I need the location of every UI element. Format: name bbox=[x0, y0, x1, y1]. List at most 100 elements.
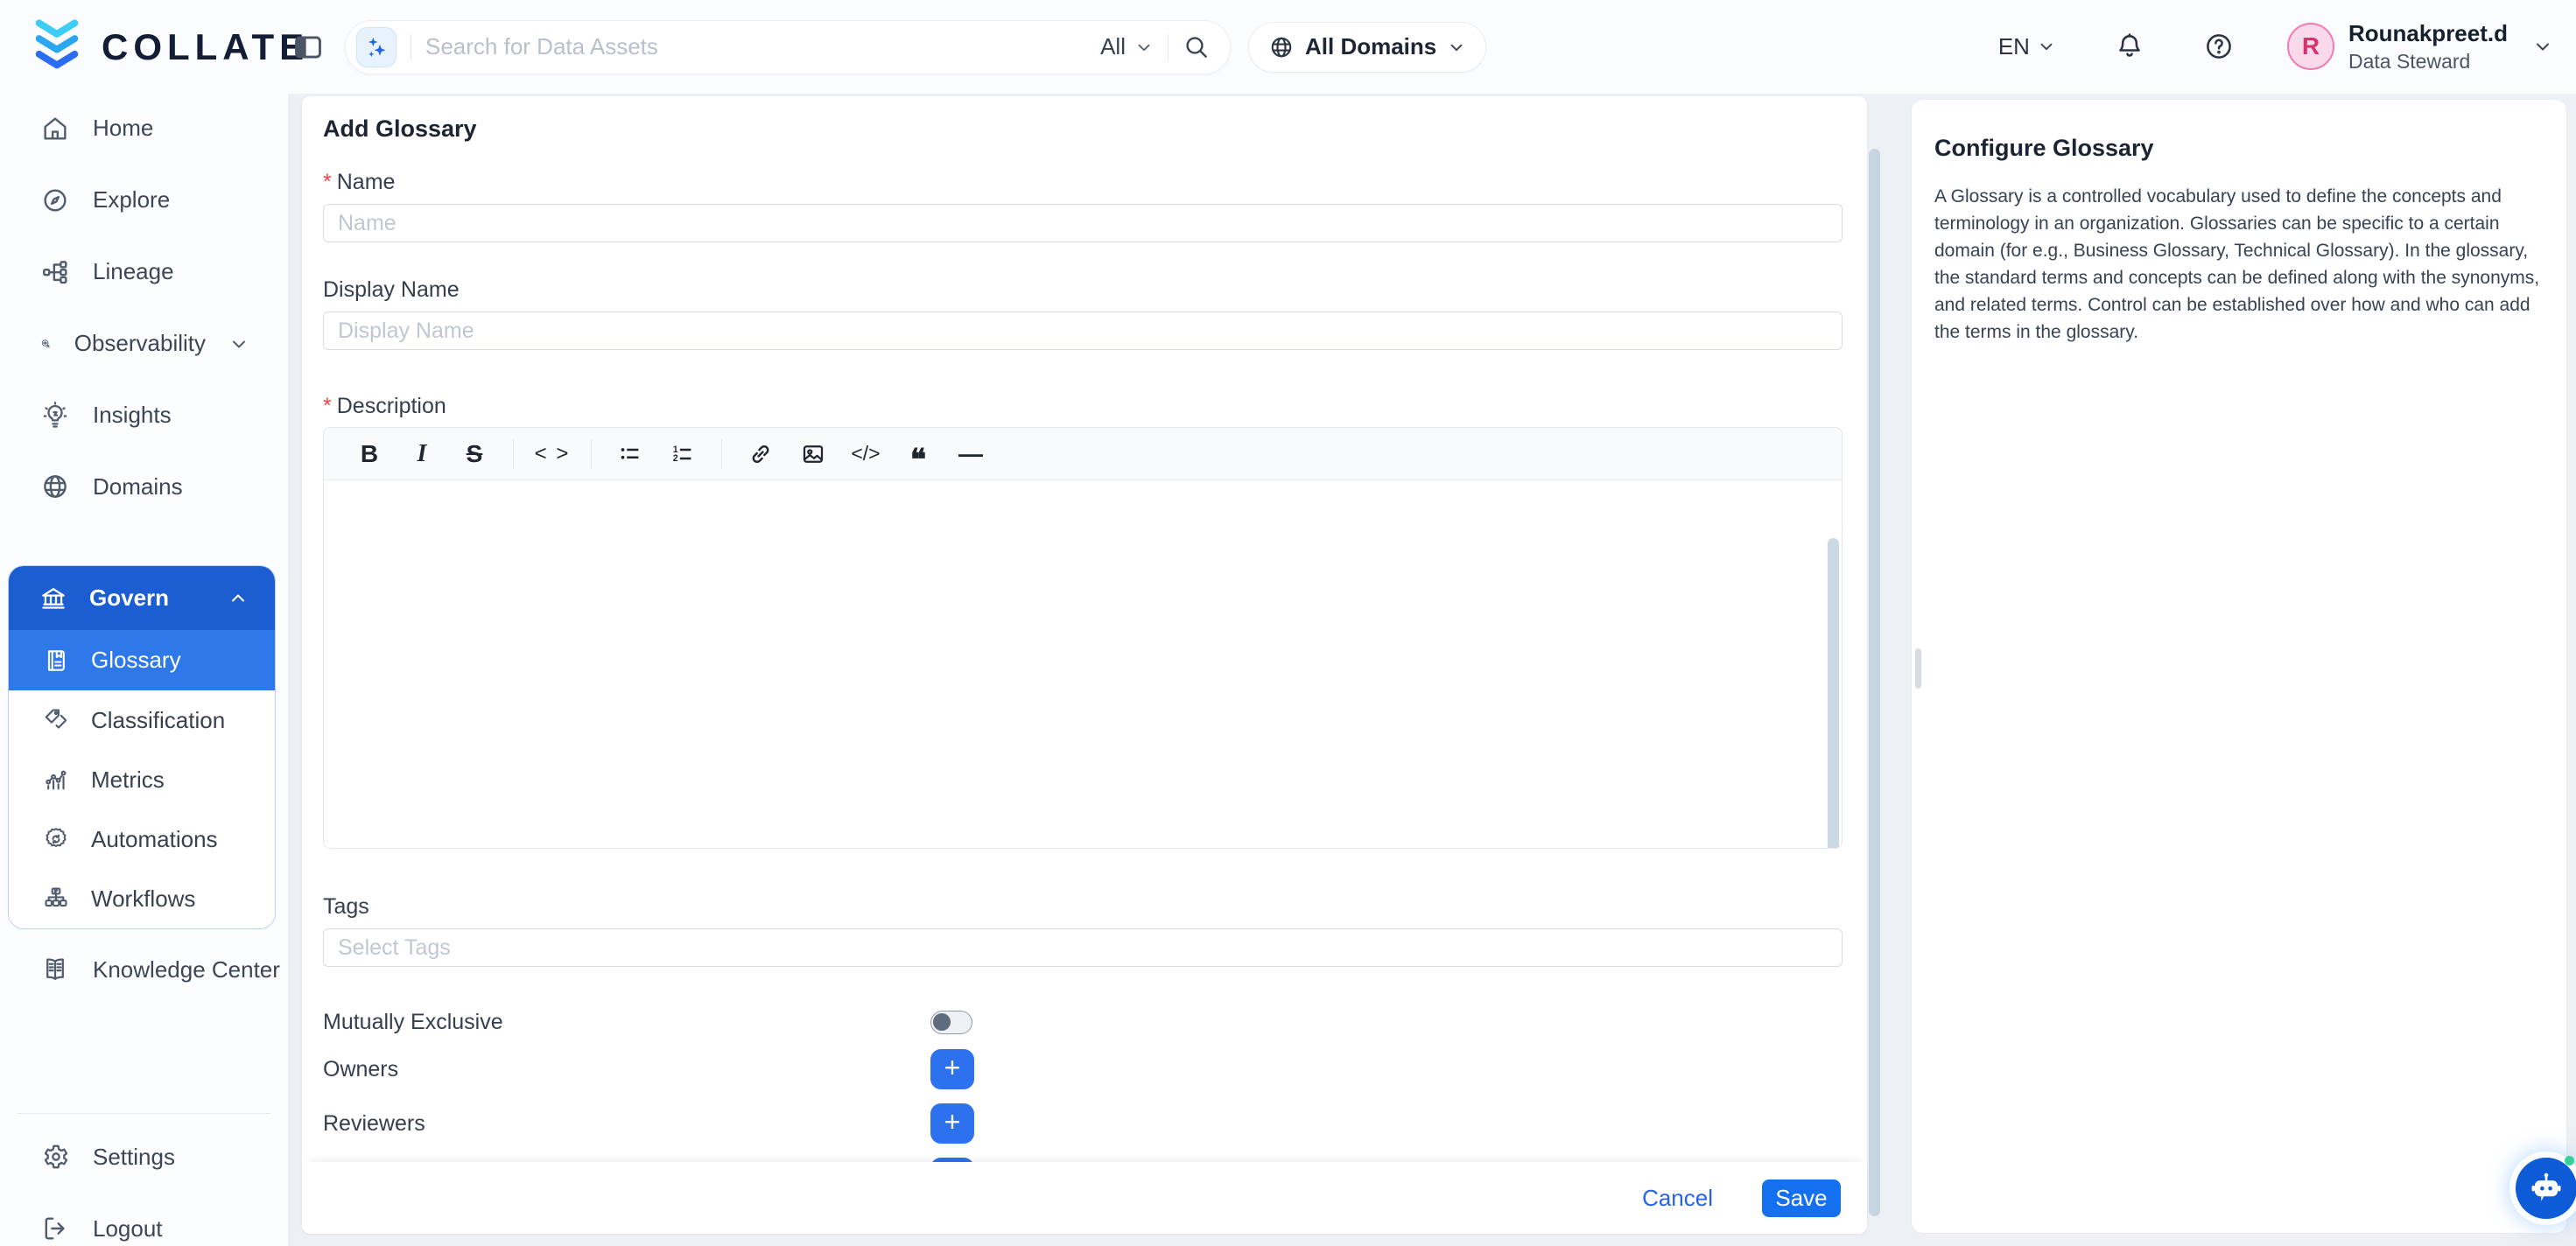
display-name-input[interactable] bbox=[323, 312, 1843, 350]
divider bbox=[513, 439, 514, 469]
sidebar-divider bbox=[18, 1113, 270, 1114]
reviewers-label: Reviewers bbox=[323, 1111, 930, 1137]
description-label: * Description bbox=[323, 394, 1843, 419]
sidebar-item-metrics[interactable]: Metrics bbox=[9, 750, 275, 809]
sidebar-item-lineage[interactable]: Lineage bbox=[0, 255, 288, 290]
sidebar-item-explore[interactable]: Explore bbox=[0, 183, 288, 218]
help-icon bbox=[2203, 31, 2235, 62]
page-title: Add Glossary bbox=[323, 116, 1843, 143]
all-domains-button[interactable]: All Domains bbox=[1248, 22, 1486, 73]
sidebar-item-label: Explore bbox=[93, 186, 170, 214]
sidebar-item-domains[interactable]: Domains bbox=[0, 469, 288, 504]
sidebar-item-label: Knowledge Center bbox=[93, 956, 280, 984]
sidebar-item-observability[interactable]: Observability bbox=[0, 326, 288, 361]
italic-icon[interactable]: I bbox=[399, 435, 445, 473]
mutually-exclusive-row: Mutually Exclusive bbox=[323, 1009, 1843, 1035]
mutually-exclusive-label: Mutually Exclusive bbox=[323, 1010, 930, 1035]
global-search-bar[interactable]: All bbox=[345, 20, 1231, 74]
search-input[interactable] bbox=[425, 33, 1100, 60]
observability-icon bbox=[40, 329, 52, 359]
sidebar-item-logout[interactable]: Logout bbox=[0, 1211, 288, 1246]
editor-scrollbar[interactable] bbox=[1828, 538, 1839, 849]
sidebar-item-label: Lineage bbox=[93, 258, 174, 285]
sidebar-item-settings[interactable]: Settings bbox=[0, 1139, 288, 1174]
image-icon[interactable] bbox=[790, 435, 836, 473]
brand-name: COLLATE bbox=[102, 26, 309, 68]
inline-code-icon[interactable]: < > bbox=[530, 435, 575, 473]
tags-select-input[interactable] bbox=[323, 928, 1843, 967]
globe-icon bbox=[1268, 34, 1295, 60]
sidebar-item-insights[interactable]: Insights bbox=[0, 398, 288, 433]
mutually-exclusive-toggle[interactable] bbox=[930, 1011, 972, 1034]
horizontal-rule-icon[interactable]: — bbox=[948, 435, 993, 473]
user-menu[interactable]: Rounakpreet.d Data Steward bbox=[2348, 21, 2508, 73]
sidebar-item-classification[interactable]: Classification bbox=[9, 690, 275, 750]
classification-tags-icon bbox=[42, 706, 70, 734]
top-bar: COLLATE All bbox=[0, 0, 2576, 94]
chat-assistant-button[interactable] bbox=[2516, 1158, 2576, 1219]
sidebar-item-label: Logout bbox=[93, 1215, 163, 1242]
add-reviewer-button[interactable]: + bbox=[930, 1103, 974, 1144]
link-icon[interactable] bbox=[738, 435, 783, 473]
chevron-down-icon bbox=[1447, 38, 1466, 57]
logout-icon bbox=[40, 1214, 70, 1243]
quote-icon[interactable]: ❝ bbox=[895, 435, 941, 473]
settings-gear-icon bbox=[40, 1142, 70, 1172]
code-block-icon[interactable]: </> bbox=[843, 435, 888, 473]
configure-glossary-panel: Configure Glossary A Glossary is a contr… bbox=[1911, 99, 2567, 1234]
required-marker: * bbox=[323, 394, 332, 419]
cancel-button[interactable]: Cancel bbox=[1642, 1185, 1713, 1212]
search-scope-dropdown[interactable]: All bbox=[1100, 33, 1154, 60]
notifications-button[interactable] bbox=[2114, 31, 2145, 62]
sidebar-item-label: Insights bbox=[93, 402, 172, 429]
chevron-up-icon[interactable] bbox=[228, 588, 249, 609]
strikethrough-icon[interactable]: S bbox=[452, 435, 497, 473]
user-name: Rounakpreet.d bbox=[2348, 21, 2508, 47]
bold-icon[interactable]: B bbox=[347, 435, 392, 473]
ordered-list-icon[interactable]: 12 bbox=[660, 435, 705, 473]
panel-collapse-icon bbox=[291, 31, 325, 64]
search-icon[interactable] bbox=[1183, 33, 1211, 61]
user-menu-chevron[interactable] bbox=[2532, 36, 2553, 57]
panel-resize-handle[interactable] bbox=[1915, 648, 1921, 689]
sidebar-item-home[interactable]: Home bbox=[0, 111, 288, 146]
user-role: Data Steward bbox=[2348, 50, 2508, 73]
display-name-label: Display Name bbox=[323, 277, 1843, 303]
domains-icon bbox=[40, 472, 70, 501]
sidebar-item-workflows[interactable]: Workflows bbox=[9, 869, 275, 928]
sidebar-item-govern[interactable]: Govern bbox=[9, 566, 275, 630]
owners-label: Owners bbox=[323, 1057, 930, 1082]
sidebar-item-glossary[interactable]: Glossary bbox=[9, 630, 275, 690]
brand-logo[interactable]: COLLATE bbox=[0, 19, 278, 75]
divider bbox=[591, 439, 592, 469]
automations-icon bbox=[42, 825, 70, 853]
sidebar-item-label: Glossary bbox=[91, 647, 181, 674]
explore-icon bbox=[40, 186, 70, 215]
description-textarea[interactable] bbox=[324, 480, 1842, 849]
language-selector[interactable]: EN bbox=[1998, 33, 2056, 60]
right-panel-title: Configure Glossary bbox=[1934, 135, 2542, 162]
plus-icon: + bbox=[944, 1054, 961, 1082]
add-owner-button[interactable]: + bbox=[930, 1049, 974, 1089]
sidebar-item-label: Classification bbox=[91, 707, 225, 734]
save-button[interactable]: Save bbox=[1762, 1180, 1841, 1217]
collate-logo-icon bbox=[25, 19, 89, 75]
chevron-down-icon bbox=[1134, 38, 1154, 57]
description-editor: B I S < > 12 bbox=[323, 427, 1843, 849]
divider bbox=[721, 439, 722, 469]
owners-row: Owners + bbox=[323, 1049, 1843, 1089]
govern-section: Govern Glossary Classification bbox=[8, 565, 276, 929]
name-input[interactable] bbox=[323, 204, 1843, 242]
sidebar-item-label: Govern bbox=[89, 584, 169, 612]
help-button[interactable] bbox=[2203, 31, 2235, 62]
chevron-down-icon bbox=[2037, 37, 2056, 56]
chevron-down-icon[interactable] bbox=[228, 333, 249, 354]
bullet-list-icon[interactable] bbox=[607, 435, 653, 473]
ai-sparkles-icon[interactable] bbox=[356, 27, 397, 67]
main-scrollbar[interactable] bbox=[1869, 149, 1880, 1216]
sidebar-item-automations[interactable]: Automations bbox=[9, 809, 275, 869]
sidebar-collapse-button[interactable] bbox=[291, 30, 326, 65]
sidebar-item-label: Workflows bbox=[91, 886, 195, 913]
avatar[interactable]: R bbox=[2287, 23, 2334, 70]
sidebar-item-knowledge-center[interactable]: Knowledge Center bbox=[0, 952, 288, 987]
